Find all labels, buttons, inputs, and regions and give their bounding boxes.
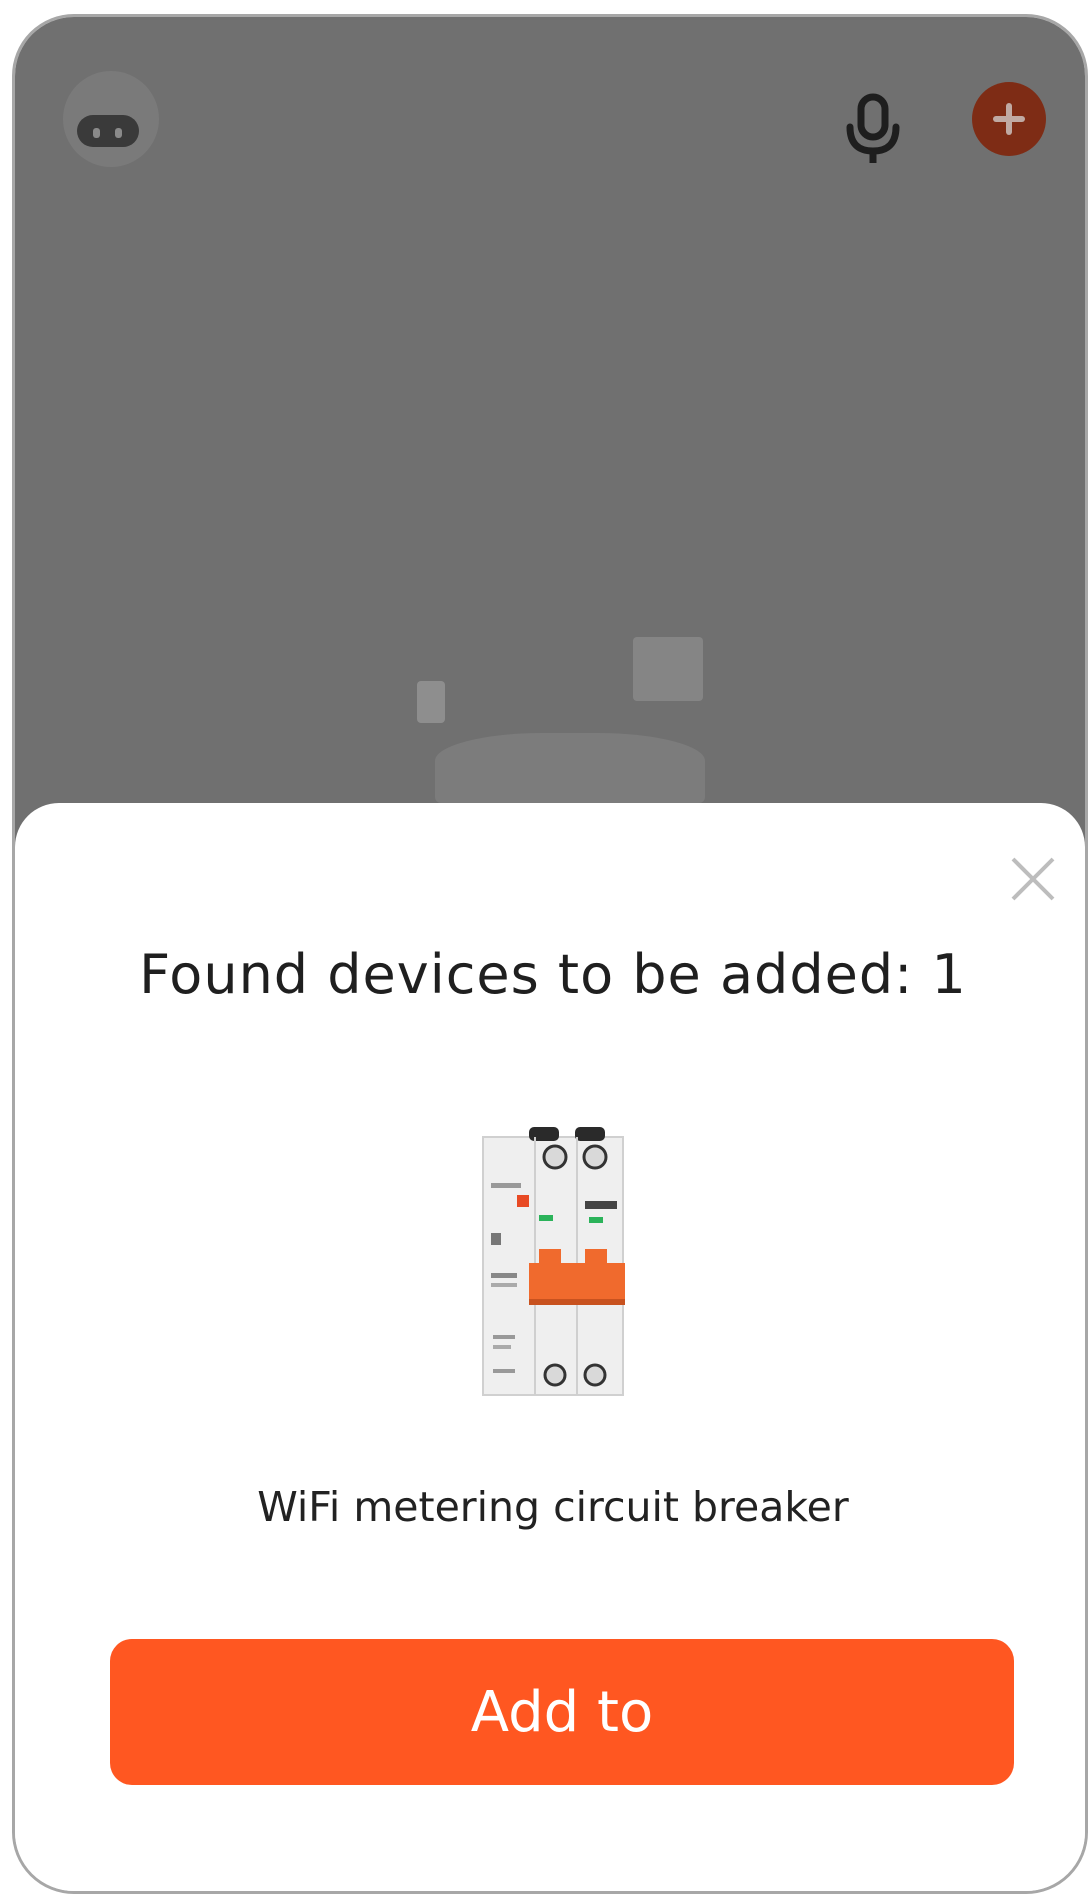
device-name: WiFi metering circuit breaker (257, 1483, 849, 1531)
add-to-button[interactable]: Add to (110, 1639, 1014, 1785)
microphone-icon[interactable] (841, 93, 905, 165)
robot-avatar-icon[interactable] (63, 71, 159, 167)
background-device-shape (633, 637, 703, 701)
dialog-title: Found devices to be added: 1 (139, 943, 967, 1006)
close-icon[interactable] (1005, 851, 1061, 907)
avatar-eye-right (115, 128, 122, 138)
circuit-breaker-image[interactable] (477, 1123, 629, 1399)
background-device-shape (435, 733, 705, 803)
plus-circle-icon[interactable] (972, 82, 1046, 156)
background-device-shape (417, 681, 445, 723)
avatar-eye-left (93, 128, 100, 138)
phone-frame: Found devices to be added: 1 WiFi meteri… (12, 14, 1088, 1894)
avatar-face (77, 115, 139, 147)
dimmed-home-screen (15, 17, 1085, 867)
found-devices-dialog: Found devices to be added: 1 WiFi meteri… (15, 803, 1085, 1891)
